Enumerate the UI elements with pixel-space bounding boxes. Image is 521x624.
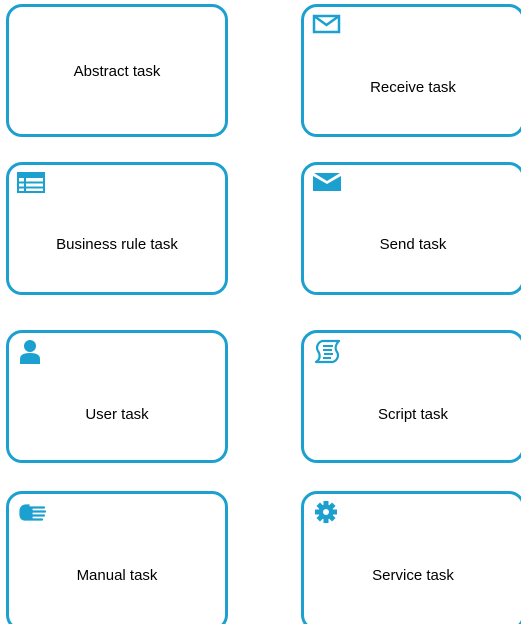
- script-scroll-icon: [312, 339, 342, 365]
- business-rule-task-shape[interactable]: Business rule task: [6, 162, 228, 295]
- manual-task-shape[interactable]: Manual task: [6, 491, 228, 624]
- send-task-label: Send task: [379, 236, 447, 253]
- script-task-label: Script task: [377, 406, 449, 423]
- hand-icon: [17, 500, 47, 526]
- script-task-shape[interactable]: Script task: [301, 330, 521, 463]
- bpmn-task-diagram: Abstract task Receive task Business rule…: [0, 0, 521, 624]
- person-icon: [17, 339, 47, 365]
- abstract-task-shape[interactable]: Abstract task: [6, 4, 228, 137]
- user-task-shape[interactable]: User task: [6, 330, 228, 463]
- send-task-shape[interactable]: Send task: [301, 162, 521, 295]
- envelope-filled-icon: [312, 171, 342, 197]
- service-task-label: Service task: [372, 567, 454, 584]
- receive-task-shape[interactable]: Receive task: [301, 4, 521, 137]
- gear-icon: [312, 500, 342, 526]
- business-rule-task-label: Business rule task: [56, 236, 178, 253]
- envelope-outline-icon: [312, 13, 342, 39]
- user-task-label: User task: [85, 406, 149, 423]
- table-icon: [17, 171, 47, 197]
- abstract-task-label: Abstract task: [73, 63, 161, 80]
- service-task-shape[interactable]: Service task: [301, 491, 521, 624]
- receive-task-label: Receive task: [370, 79, 456, 96]
- manual-task-label: Manual task: [76, 567, 158, 584]
